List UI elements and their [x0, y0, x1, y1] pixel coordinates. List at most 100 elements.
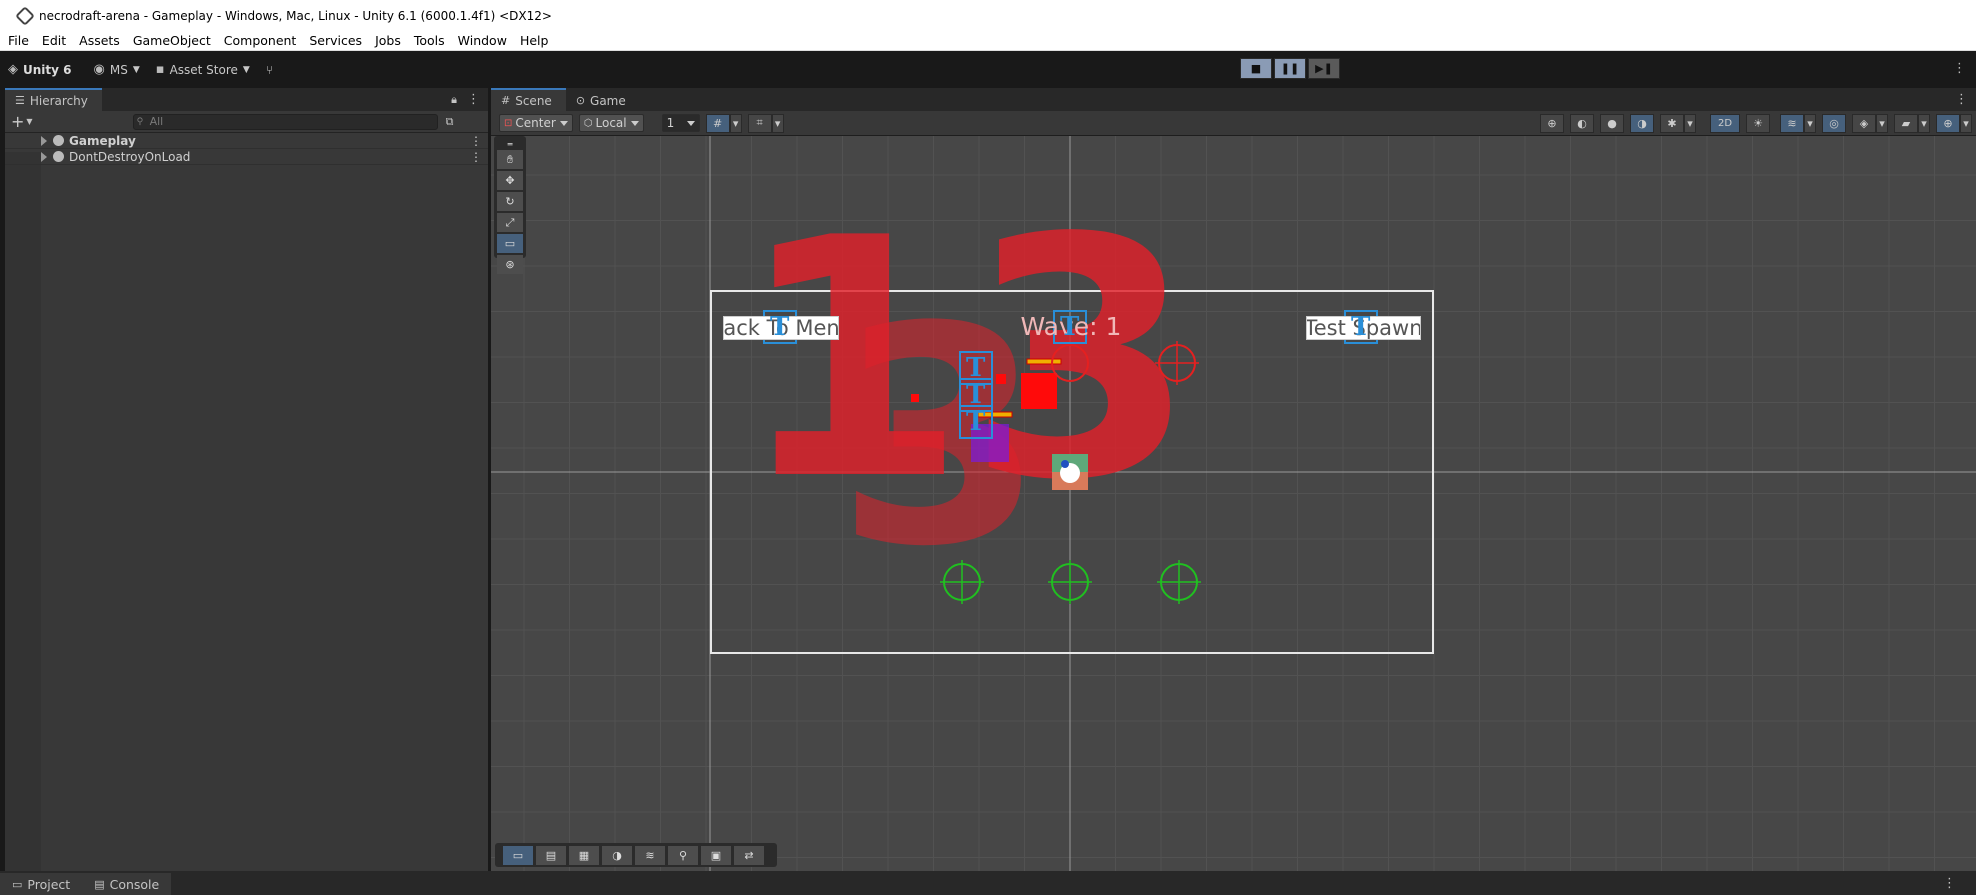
tab-game-label: Game: [590, 93, 626, 108]
transform-tool-icon[interactable]: ⊛: [497, 255, 523, 274]
search-icon[interactable]: ⚲: [668, 845, 698, 865]
rect-select-icon[interactable]: ▭: [503, 845, 533, 865]
sprite-editor-icon[interactable]: ▤: [536, 845, 566, 865]
menu-edit[interactable]: Edit: [42, 33, 66, 48]
render-mode-icon[interactable]: ◑: [1630, 113, 1654, 133]
menu-window[interactable]: Window: [458, 33, 507, 48]
menu-tools[interactable]: Tools: [414, 33, 445, 48]
gizmos-icon[interactable]: ⊕: [1936, 113, 1960, 133]
lock-icon[interactable]: 🔒︎: [451, 93, 457, 107]
main-toolbar: ◈ Unity 6 ◉ MS ▼ ▪ Asset Store ▼ ⑂ ■ ❚❚ …: [0, 51, 1976, 88]
pause-button[interactable]: ❚❚: [1274, 58, 1306, 79]
visibility-eye-icon[interactable]: ◎: [1822, 113, 1846, 133]
layers-overlay-icon[interactable]: ≋: [635, 845, 665, 865]
local-cube-icon: ⬡: [583, 117, 593, 129]
menu-assets[interactable]: Assets: [79, 33, 120, 48]
camera-icon[interactable]: ▰: [1894, 113, 1918, 133]
scene-viewport[interactable]: 13 3 ack To Men Wave: 1 Test Spawn T T T…: [491, 136, 1976, 871]
account-dropdown[interactable]: ◉ MS ▼: [86, 59, 148, 81]
menu-help[interactable]: Help: [520, 33, 549, 48]
grid-overlay-icon[interactable]: ▦: [569, 845, 599, 865]
camera-chevron[interactable]: ▾: [1918, 113, 1930, 133]
hierarchy-panel: ☰ Hierarchy 🔒︎ ⋮ + ▼ ⚲ All ⧉ Gameplay ⋮ …: [5, 88, 488, 871]
hand-tool-icon[interactable]: ✋︎: [497, 150, 523, 169]
gizmos-chevron[interactable]: ▾: [1960, 113, 1972, 133]
expand-arrow-icon[interactable]: [41, 151, 47, 162]
step-button[interactable]: ▶❚: [1308, 58, 1340, 79]
space-dropdown[interactable]: ⬡ Local: [578, 114, 644, 132]
enemy-fragment: [911, 394, 919, 402]
add-icon[interactable]: +: [11, 112, 24, 131]
toolbar-more-icon[interactable]: ⋮: [1953, 61, 1966, 76]
panel-more-icon[interactable]: ⋮: [1955, 92, 1968, 107]
move-tool-icon[interactable]: ✥: [497, 171, 523, 190]
folder-icon: ▭: [12, 877, 23, 891]
branch-icon: ⑂: [265, 62, 274, 77]
stop-button[interactable]: ■: [1240, 58, 1272, 79]
debug-chevron[interactable]: ▾: [1684, 113, 1696, 133]
panel-more-icon[interactable]: ⋮: [1943, 876, 1956, 891]
account-label: MS: [109, 62, 128, 77]
playmode-controls: ■ ❚❚ ▶❚: [1240, 58, 1340, 79]
asset-store-button[interactable]: ▪ Asset Store ▼: [148, 59, 258, 81]
menu-jobs[interactable]: Jobs: [375, 33, 401, 48]
shaded-wireframe-icon[interactable]: ◐: [1570, 113, 1594, 133]
tab-project[interactable]: ▭ Project: [0, 873, 83, 895]
menu-gameobject[interactable]: GameObject: [133, 33, 211, 48]
rotate-tool-icon[interactable]: ↻: [497, 192, 523, 211]
text-gizmo-icon: T: [770, 312, 790, 342]
grid-snap-input[interactable]: 1: [661, 114, 700, 132]
layers-icon[interactable]: ≋: [1780, 113, 1804, 133]
layers-chevron[interactable]: ▾: [1804, 113, 1816, 133]
console-icon: ▤: [94, 877, 105, 891]
unity-cube-icon: ◈: [8, 62, 18, 77]
lighting-icon[interactable]: ☀: [1746, 113, 1770, 133]
list-item[interactable]: Gameplay ⋮: [5, 133, 488, 149]
menu-file[interactable]: File: [8, 33, 29, 48]
text-gizmo-icon: T: [1060, 312, 1080, 342]
scene-visibility-icon[interactable]: ⧉: [446, 115, 454, 129]
toggle-2d-button[interactable]: 2D: [1710, 113, 1740, 133]
shaded-icon[interactable]: ●: [1600, 113, 1624, 133]
grid-options-chevron[interactable]: ▾: [729, 113, 742, 133]
tab-console[interactable]: ▤ Console: [82, 873, 172, 895]
tab-scene[interactable]: # Scene: [491, 88, 566, 111]
account-icon: ◉: [93, 62, 105, 77]
item-more-icon[interactable]: ⋮: [470, 150, 482, 164]
shuffle-icon[interactable]: ⇄: [734, 845, 764, 865]
version-control-button[interactable]: ⑂: [258, 59, 281, 81]
snap-options-chevron[interactable]: ▾: [771, 113, 784, 133]
bottom-tabbar: ▭ Project ▤ Console ⋮: [0, 871, 1976, 895]
scene-tabrow: # Scene ⊙ Game ⋮: [491, 88, 1976, 111]
layer-stack-icon[interactable]: ◈: [1852, 113, 1876, 133]
list-item[interactable]: DontDestroyOnLoad ⋮: [5, 149, 488, 165]
unity-scene-icon: [53, 151, 64, 162]
layer-stack-chevron[interactable]: ▾: [1876, 113, 1888, 133]
panel-more-icon[interactable]: ⋮: [467, 92, 480, 107]
unity-home-button[interactable]: ◈ Unity 6: [0, 59, 80, 81]
expand-arrow-icon[interactable]: [41, 135, 47, 146]
big-number-digit-three-ghost: 3: [836, 263, 1045, 612]
pivot-icon: ⊡: [504, 117, 513, 129]
draw-mode-wireframe-icon[interactable]: ⊕: [1540, 113, 1564, 133]
hierarchy-tabrow: ☰ Hierarchy 🔒︎ ⋮: [5, 88, 488, 111]
pivot-dropdown[interactable]: ⊡ Center: [499, 114, 573, 132]
menu-services[interactable]: Services: [309, 33, 362, 48]
chevron-down-icon: ▼: [132, 64, 140, 75]
rect-tool-icon[interactable]: ▭: [497, 234, 523, 253]
camera-overlay-icon[interactable]: ▣: [701, 845, 731, 865]
tab-game[interactable]: ⊙ Game: [565, 88, 640, 111]
text-gizmo-icon: T: [966, 407, 986, 437]
drag-handle-icon[interactable]: ═: [497, 140, 523, 149]
lighting-overlay-icon[interactable]: ◑: [602, 845, 632, 865]
debug-bug-icon[interactable]: ✱: [1660, 113, 1684, 133]
chevron-down-icon[interactable]: ▼: [26, 117, 32, 126]
search-placeholder: All: [149, 114, 164, 128]
tab-hierarchy[interactable]: ☰ Hierarchy: [5, 88, 102, 111]
snap-increment-button[interactable]: ⌗: [747, 113, 772, 133]
hierarchy-search-input[interactable]: ⚲ All: [132, 113, 438, 130]
item-more-icon[interactable]: ⋮: [470, 134, 482, 148]
grid-visibility-button[interactable]: #: [705, 113, 730, 133]
scale-tool-icon[interactable]: ⤢: [497, 213, 523, 232]
menu-component[interactable]: Component: [224, 33, 297, 48]
